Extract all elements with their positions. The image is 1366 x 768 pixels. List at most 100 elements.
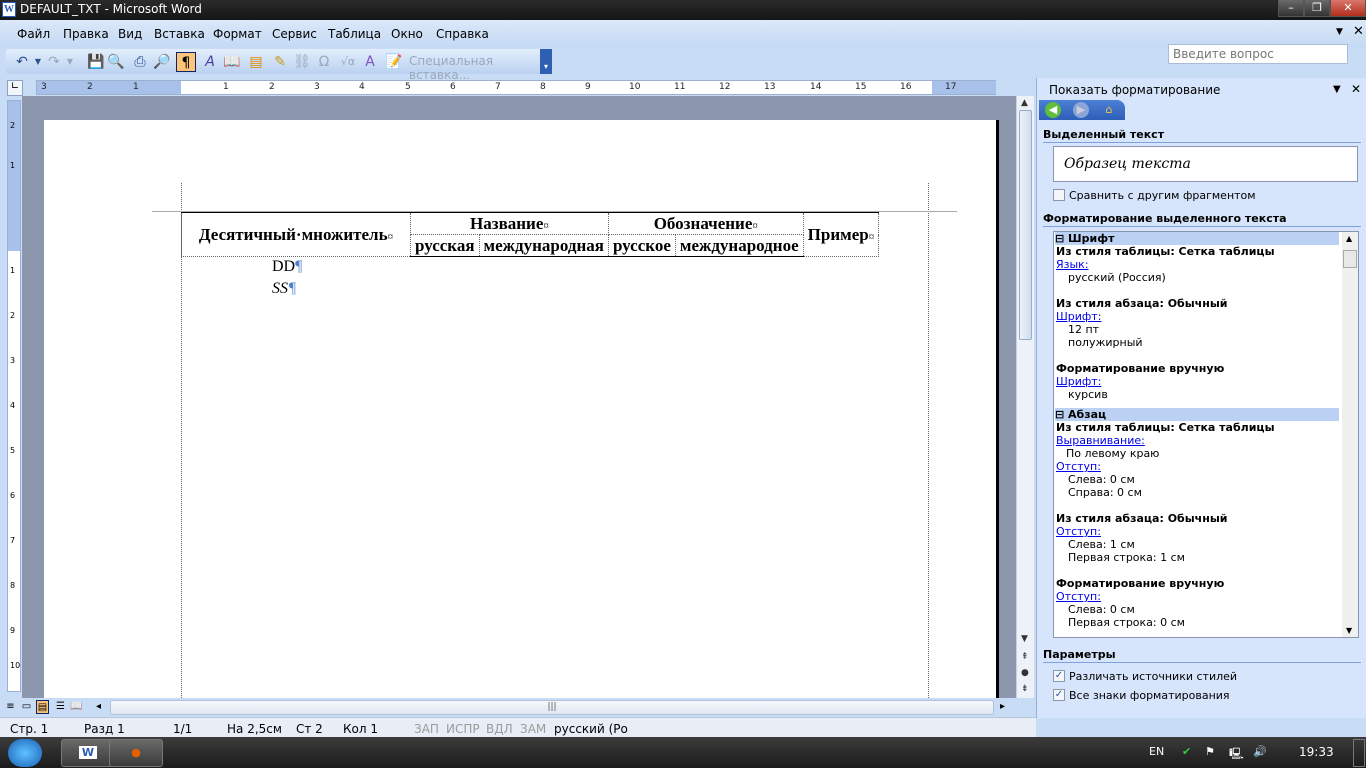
table-edit-icon[interactable]: 📝: [384, 52, 404, 72]
forward-icon[interactable]: ▶: [1073, 102, 1089, 118]
menu-format[interactable]: Формат: [213, 27, 262, 41]
web-view-icon[interactable]: ▭: [20, 700, 33, 714]
list-scrollbar[interactable]: ▲ ▼: [1342, 232, 1358, 637]
home-icon[interactable]: ⌂: [1101, 102, 1117, 118]
taskbar-word[interactable]: W: [61, 739, 115, 767]
previous-page-icon[interactable]: ⇞: [1021, 652, 1029, 662]
menu-insert[interactable]: Вставка: [154, 27, 205, 41]
collapse-icon[interactable]: ⊟: [1055, 232, 1068, 245]
scroll-right-icon[interactable]: ▸: [1000, 701, 1005, 712]
format-property-link[interactable]: Отступ:: [1056, 460, 1101, 473]
show-desktop-button[interactable]: [1353, 739, 1365, 767]
link-icon[interactable]: ⛓: [292, 52, 312, 72]
cell-russian-n[interactable]: русское: [607, 234, 676, 257]
paste-special-button[interactable]: Специальная вставка...: [409, 54, 552, 82]
status-extend[interactable]: ВДЛ: [486, 722, 513, 736]
network-icon[interactable]: 🖳: [1229, 745, 1244, 764]
scroll-left-icon[interactable]: ◂: [92, 700, 105, 714]
maximize-button[interactable]: ❐: [1304, 0, 1330, 17]
cell-name[interactable]: Название¤: [410, 212, 609, 235]
cell-multiplier[interactable]: Десятичный·множитель¤: [181, 212, 411, 257]
tab-stop-selector[interactable]: ∟: [7, 80, 23, 96]
document-page[interactable]: [44, 120, 996, 698]
print-layout-icon[interactable]: ▤: [36, 700, 49, 714]
collapse-icon[interactable]: ⊟: [1055, 408, 1068, 421]
cell-example[interactable]: Пример¤: [802, 212, 880, 257]
cell-international-f[interactable]: международная: [478, 234, 609, 257]
format-property-link[interactable]: Выравнивание:: [1056, 434, 1145, 447]
horizontal-ruler[interactable]: 3 2 1 1 2 3 4 5 6 7 8 9 10 11 12 13 14 1…: [36, 80, 996, 95]
print-preview-icon[interactable]: 🔍: [106, 52, 126, 72]
start-button[interactable]: [8, 739, 42, 767]
close-button[interactable]: ✕: [1330, 0, 1366, 17]
format-painter-icon[interactable]: ✎: [270, 52, 290, 72]
document-table[interactable]: Десятичный·множитель¤ Название¤ Обозначе…: [181, 212, 880, 257]
vertical-ruler[interactable]: 2 1 1 2 3 4 5 6 7 8 9 10: [7, 100, 21, 692]
book-icon[interactable]: 📖: [222, 52, 242, 72]
format-property-link[interactable]: Шрифт:: [1056, 310, 1101, 323]
clock[interactable]: 19:33: [1299, 745, 1334, 759]
volume-icon[interactable]: 🔊: [1253, 745, 1267, 758]
outline-view-icon[interactable]: ☰: [54, 700, 67, 714]
scroll-thumb[interactable]: [1019, 110, 1032, 340]
browse-object-icon[interactable]: ●: [1021, 668, 1029, 678]
close-document-icon[interactable]: ✕: [1353, 24, 1364, 39]
scroll-up-icon[interactable]: ▲: [1021, 98, 1028, 108]
format-property-link[interactable]: Язык:: [1056, 258, 1089, 271]
save-icon[interactable]: 💾: [86, 52, 106, 72]
wordart-icon[interactable]: A: [360, 52, 380, 72]
minimize-button[interactable]: –: [1278, 0, 1304, 17]
menu-window[interactable]: Окно: [391, 27, 423, 41]
status-track-changes[interactable]: ИСПР: [446, 722, 480, 736]
redo-dropdown-icon[interactable]: ▼: [60, 52, 80, 72]
taskbar-firefox[interactable]: ●: [109, 739, 163, 767]
pane-close-icon[interactable]: ✕: [1351, 82, 1361, 96]
paragraph[interactable]: DD¶: [272, 258, 302, 276]
menu-table[interactable]: Таблица: [328, 27, 381, 41]
formula-icon[interactable]: √α: [338, 52, 358, 72]
menu-file[interactable]: Файл: [17, 27, 50, 41]
sample-text-box[interactable]: Образец текста: [1053, 146, 1358, 182]
show-formatting-icon[interactable]: ¶: [176, 52, 196, 72]
flag-icon[interactable]: ⚑: [1205, 745, 1215, 758]
format-property-link[interactable]: Отступ:: [1056, 525, 1101, 538]
styles-icon[interactable]: A: [200, 52, 220, 72]
print-icon[interactable]: ⎙: [130, 52, 150, 72]
compare-checkbox[interactable]: [1053, 189, 1065, 201]
menu-edit[interactable]: Правка: [63, 27, 109, 41]
menu-tools[interactable]: Сервис: [272, 27, 317, 41]
scroll-down-icon[interactable]: ▼: [1021, 634, 1028, 644]
status-language[interactable]: русский (Ро: [554, 722, 628, 736]
next-page-icon[interactable]: ⇟: [1021, 684, 1029, 694]
research-icon[interactable]: 🔎: [152, 52, 172, 72]
status-record[interactable]: ЗАП: [414, 722, 439, 736]
formatting-list[interactable]: ▲ ▼ ⊟ Шрифт Из стиля таблицы: Сетка табли…: [1053, 231, 1359, 638]
back-icon[interactable]: ◀: [1045, 102, 1061, 118]
word-app-icon[interactable]: W: [2, 2, 16, 17]
distinguish-style-source-checkbox[interactable]: ✓: [1053, 670, 1065, 682]
usb-icon[interactable]: ✔: [1182, 745, 1191, 758]
status-overtype[interactable]: ЗАМ: [520, 722, 546, 736]
menu-view[interactable]: Вид: [118, 27, 142, 41]
paragraph[interactable]: SS¶: [272, 280, 296, 298]
format-property-link[interactable]: Отступ:: [1056, 590, 1101, 603]
menu-help[interactable]: Справка: [436, 27, 489, 41]
format-group-header[interactable]: ⊟ Шрифт: [1055, 232, 1339, 245]
help-search-input[interactable]: Введите вопрос: [1168, 44, 1348, 64]
pane-menu-icon[interactable]: ▼: [1333, 84, 1341, 95]
cell-international-n[interactable]: международное: [674, 234, 804, 257]
help-dropdown-icon[interactable]: ▼: [1336, 27, 1343, 37]
document-icon[interactable]: ▤: [246, 52, 266, 72]
normal-view-icon[interactable]: ≡: [4, 700, 17, 714]
show-all-formatting-marks-checkbox[interactable]: ✓: [1053, 689, 1065, 701]
cell-russian-f[interactable]: русская: [410, 234, 480, 257]
cell-designation[interactable]: Обозначение¤: [607, 212, 804, 235]
horizontal-scrollbar[interactable]: |||: [110, 700, 994, 715]
format-property-link[interactable]: Шрифт:: [1056, 375, 1101, 388]
format-group-header[interactable]: ⊟ Абзац: [1055, 408, 1339, 421]
toolbar-options-icon[interactable]: ▾: [540, 49, 552, 74]
reading-view-icon[interactable]: 📖: [70, 700, 83, 714]
language-indicator[interactable]: EN: [1149, 745, 1164, 758]
vertical-scrollbar[interactable]: ▲ ▼ ⇞ ● ⇟: [1016, 96, 1034, 698]
omega-icon[interactable]: Ω: [314, 52, 334, 72]
